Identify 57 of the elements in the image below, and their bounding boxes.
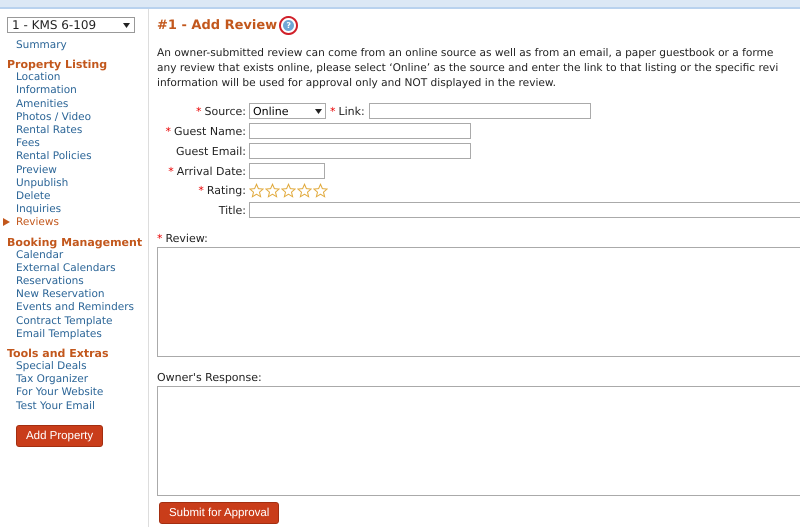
- field-label: Title:: [218, 204, 246, 216]
- date-field[interactable]: [249, 163, 325, 179]
- caret-icon: [123, 22, 130, 28]
- text-field[interactable]: [249, 202, 800, 218]
- field-label: Owner's Response:: [157, 371, 263, 384]
- description-text: information will be used for approval only and NOT displayed in the review.: [157, 76, 557, 91]
- star-icon[interactable]: [265, 183, 280, 198]
- link-field[interactable]: [368, 103, 591, 119]
- sidebar-link[interactable]: Events and Reminders: [7, 301, 148, 315]
- sidebar-link[interactable]: Tax Organizer: [7, 373, 148, 386]
- sidebar-link[interactable]: Delete: [7, 190, 148, 204]
- sidebar-link[interactable]: Rental Rates: [7, 124, 148, 138]
- sidebar-heading: Property Listing: [7, 58, 108, 72]
- triangle-icon: [3, 218, 10, 226]
- sidebar-link[interactable]: New Reservation: [7, 288, 148, 302]
- sidebar-link[interactable]: External Calendars: [7, 262, 148, 276]
- sidebar-link[interactable]: Summary: [7, 39, 148, 52]
- property-select[interactable]: 1 - KMS 6-109: [7, 17, 135, 33]
- sidebar-link[interactable]: Fees: [7, 137, 148, 150]
- sidebar-link[interactable]: Inquiries: [7, 203, 148, 216]
- star-icon[interactable]: [249, 183, 264, 198]
- add-property-button[interactable]: Add Property: [16, 424, 104, 447]
- star-icon[interactable]: [313, 183, 328, 198]
- description-text: An owner-submitted review can come from an online source as well as from an email, a paper guestbook or a forme: [157, 46, 774, 61]
- description-text: any review that exists online, please select ‘Online’ as the source and enter the link to that listing or the specific revi: [157, 61, 780, 76]
- field-label: * Guest Name:: [164, 124, 246, 138]
- sidebar-link[interactable]: Contract Template: [7, 314, 148, 328]
- field-label: * Source:: [195, 104, 246, 118]
- sidebar-link[interactable]: Email Templates: [7, 328, 148, 342]
- sidebar-link[interactable]: Reviews: [7, 216, 148, 230]
- sidebar-link[interactable]: Preview: [7, 164, 148, 177]
- source-select[interactable]: Online: [249, 103, 326, 119]
- sidebar-link[interactable]: Reservations: [7, 275, 148, 288]
- sidebar-link[interactable]: Location: [7, 71, 148, 84]
- star-icon[interactable]: [297, 183, 312, 198]
- sidebar-link[interactable]: Photos / Video: [7, 110, 148, 124]
- sidebar-heading: Tools and Extras: [7, 347, 110, 360]
- sidebar-link[interactable]: Calendar: [7, 248, 148, 262]
- field-label: * Link:: [330, 104, 365, 118]
- page-title: #1 - Add Review: [157, 18, 278, 32]
- sidebar-link[interactable]: Unpublish: [7, 176, 148, 190]
- text-field[interactable]: [249, 123, 471, 139]
- sidebar-link[interactable]: Special Deals: [7, 360, 148, 374]
- text-field[interactable]: [249, 143, 471, 159]
- star-icon[interactable]: [281, 183, 296, 198]
- sidebar-heading: Booking Management: [7, 236, 144, 249]
- sidebar-link[interactable]: Amenities: [7, 98, 148, 111]
- submit-button[interactable]: Submit for Approval: [159, 502, 280, 524]
- sidebar-link[interactable]: Test Your Email: [7, 400, 148, 413]
- sidebar-link[interactable]: For Your Website: [7, 386, 148, 400]
- caret-icon: [315, 108, 322, 114]
- field-label: * Review:: [157, 232, 209, 245]
- sidebar-link[interactable]: Rental Policies: [7, 150, 148, 164]
- sidebar-link[interactable]: Information: [7, 84, 148, 98]
- field-label: Guest Email:: [174, 144, 246, 158]
- field-label: * Arrival Date:: [167, 164, 246, 178]
- field-label: * Rating:: [197, 184, 246, 197]
